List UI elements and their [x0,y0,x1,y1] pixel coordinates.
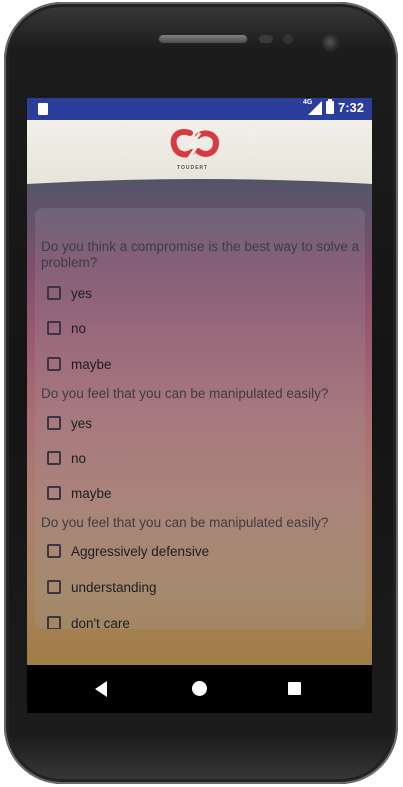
proximity-sensor [259,35,273,43]
question-3-text: Do you feel that you can be manipulated … [41,515,329,530]
screen: 4G 7:32 TOUDERT Do you think a compromis… [27,98,372,713]
q2-option-maybe[interactable]: maybe [47,483,112,503]
q3-option-aggressively-defensive[interactable]: Aggressively defensive [47,541,209,561]
q1-option-no[interactable]: no [47,318,86,338]
home-icon[interactable] [192,681,207,696]
recent-apps-icon[interactable] [288,682,301,695]
checkbox[interactable] [47,286,61,300]
option-label: no [71,320,87,336]
checkbox[interactable] [47,486,61,500]
network-type: 4G [302,98,313,106]
q1-option-maybe[interactable]: maybe [47,354,112,374]
navigation-bar [27,665,372,713]
option-label: understanding [71,579,157,595]
q3-option-understanding[interactable]: understanding [47,577,157,597]
question-1-text: Do you think a compromise is the best wa… [41,239,360,270]
option-label: Aggressively defensive [71,543,210,559]
q2-option-no[interactable]: no [47,448,86,468]
status-right: 4G 7:32 [302,98,364,116]
signal-icon: 4G [302,98,322,115]
checkbox[interactable] [47,321,61,335]
app-logo [170,129,219,159]
q2-option-yes[interactable]: yes [47,413,92,433]
checkbox[interactable] [47,544,61,558]
checkbox[interactable] [47,451,61,465]
question-2-text: Do you feel that you can be manipulated … [41,386,329,401]
option-label: don't care [71,615,130,630]
sim-card-icon [38,103,48,115]
logo-text: TOUDERT [177,165,209,171]
battery-icon [325,99,334,114]
app-content: TOUDERT Do you think a compromise is the… [27,120,372,665]
status-bar: 4G 7:32 [27,98,372,120]
option-label: maybe [71,485,112,501]
clock: 7:32 [337,100,364,115]
checkbox[interactable] [47,580,61,594]
checkbox[interactable] [47,416,61,430]
front-camera [322,34,340,52]
back-icon[interactable] [95,681,107,697]
checkbox[interactable] [47,616,61,629]
earpiece-speaker [158,34,248,44]
q3-option-dont-care[interactable]: don't care [47,613,130,629]
light-sensor [283,34,293,44]
questionnaire-card: Do you think a compromise is the best wa… [35,208,365,629]
option-label: maybe [71,356,112,372]
checkbox[interactable] [47,357,61,371]
option-label: yes [71,285,93,301]
q1-option-yes[interactable]: yes [47,283,92,303]
option-label: no [71,450,87,466]
option-label: yes [71,415,93,431]
